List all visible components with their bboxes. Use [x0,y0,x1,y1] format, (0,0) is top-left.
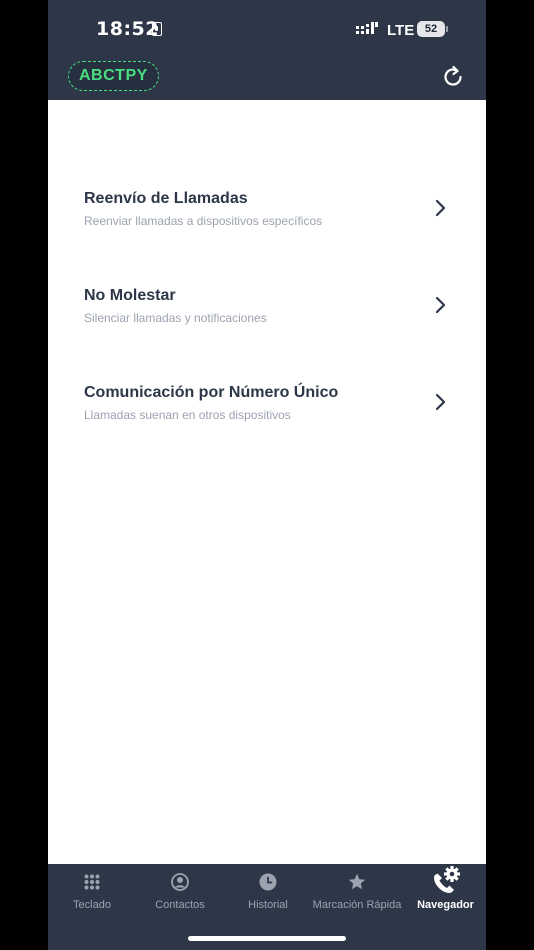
chevron-right-icon [435,296,446,314]
star-icon [348,873,366,890]
menu-item-do-not-disturb[interactable]: No Molestar Silenciar llamadas y notific… [48,287,486,347]
tab-label: Contactos [155,899,205,911]
refresh-icon[interactable] [441,64,465,88]
home-indicator[interactable] [188,936,346,941]
menu-item-subtitle: Reenviar llamadas a dispositivos específ… [84,214,323,228]
network-type: LTE [387,22,415,39]
tab-keypad[interactable]: Teclado [48,864,136,924]
menu-item-call-forwarding[interactable]: Reenvío de Llamadas Reenviar llamadas a … [48,190,486,250]
contact-icon [171,873,189,891]
phone-gear-icon [433,866,460,893]
tab-navigator[interactable]: Navegador [405,864,486,924]
menu-item-title: No Molestar [84,287,176,304]
main-content: Reenvío de Llamadas Reenviar llamadas a … [48,100,486,864]
menu-item-title: Reenvío de Llamadas [84,190,248,207]
tab-history[interactable]: Historial [224,864,312,924]
menu-item-title: Comunicación por Número Único [84,384,339,401]
menu-item-subtitle: Llamadas suenan en otros dispositivos [84,408,291,422]
tab-speed-dial[interactable]: Marcación Rápida [309,864,405,924]
tab-label: Teclado [73,899,111,911]
brand-logo: ABCTPY [68,61,159,91]
tab-label: Navegador [417,899,474,911]
status-time: 18:52 [96,18,159,40]
keypad-icon [84,874,100,890]
battery-icon: 52 [417,21,448,37]
chevron-right-icon [435,199,446,217]
tab-label: Marcación Rápida [312,899,402,911]
tab-contacts[interactable]: Contactos [136,864,224,924]
battery-level: 52 [417,21,445,37]
chevron-right-icon [435,393,446,411]
clock-icon [259,873,277,891]
app-header: ABCTPY [48,58,486,100]
tab-label: Historial [248,899,288,911]
status-bar: 18:52 LTE 52 [48,0,486,58]
signal-icon [356,22,378,34]
menu-item-subtitle: Silenciar llamadas y notificaciones [84,311,267,325]
menu-item-single-number[interactable]: Comunicación por Número Único Llamadas s… [48,384,486,444]
phone-screen: 18:52 LTE 52 ABCTPY Reenvío de Llamadas … [48,0,486,950]
sim-card-icon [152,22,162,36]
